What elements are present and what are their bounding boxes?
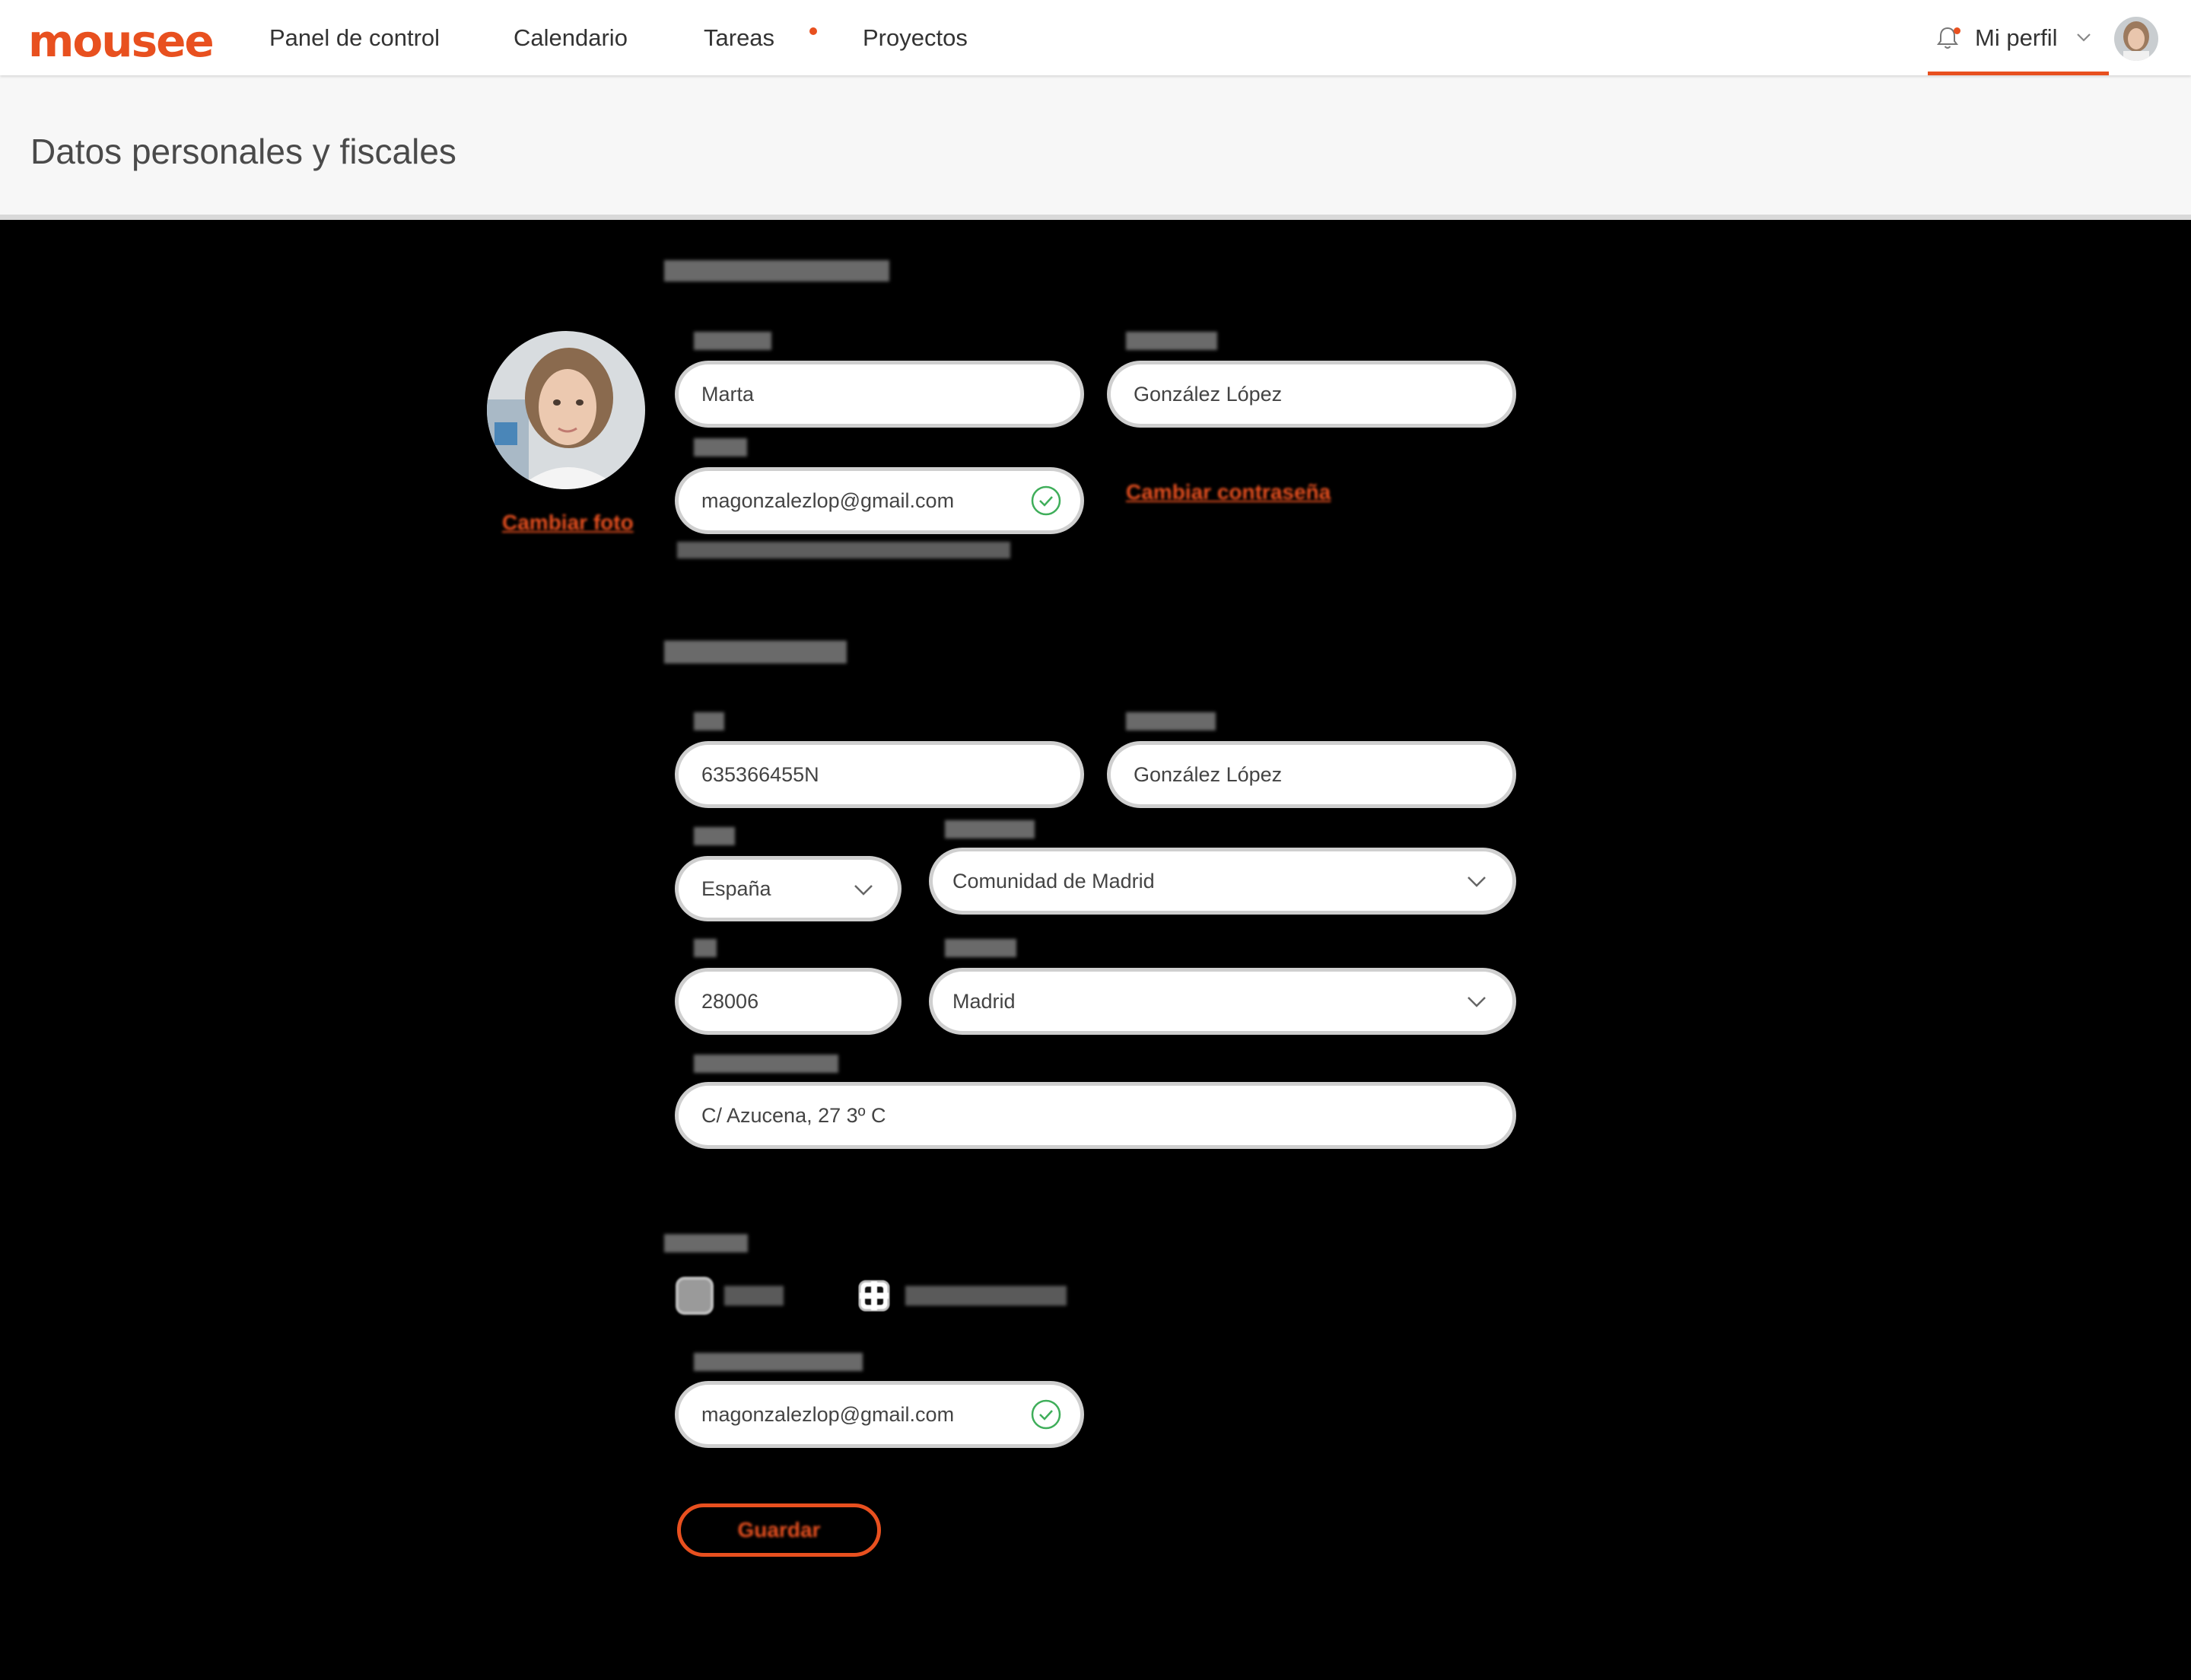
city-value: Madrid: [952, 990, 1016, 1013]
checkbox-other-label: [905, 1286, 1067, 1306]
nav-item-proyectos[interactable]: Proyectos: [863, 23, 968, 53]
email-label: [694, 438, 747, 457]
postal-label: [694, 939, 717, 957]
nav-item-tareas[interactable]: Tareas: [704, 23, 774, 53]
checkbox-email-label: [724, 1286, 784, 1306]
apellidos-label: [1126, 712, 1216, 730]
surname-value: González López: [1134, 383, 1283, 406]
profile-menu-label[interactable]: Mi perfil: [1975, 23, 2058, 53]
region-value: Comunidad de Madrid: [952, 870, 1155, 892]
city-select[interactable]: Madrid: [933, 972, 1512, 1031]
profile-photo: [487, 331, 645, 489]
nif-value: 635366455N: [701, 763, 819, 786]
notification-dot: [809, 27, 817, 35]
country-label: [694, 827, 735, 845]
email-field[interactable]: magonzalezlop@gmail.com: [679, 471, 1080, 530]
section-heading-personal: [664, 260, 889, 282]
email-value: magonzalezlop@gmail.com: [701, 489, 955, 512]
notification-email-value: magonzalezlop@gmail.com: [701, 1403, 955, 1426]
city-label: [945, 939, 1016, 957]
page-header: Datos personales y fiscales: [0, 75, 2191, 220]
check-circle-icon: [1031, 1399, 1061, 1430]
active-tab-indicator: [1928, 72, 2109, 75]
nav-item-calendario[interactable]: Calendario: [514, 23, 628, 53]
address-value: C/ Azucena, 27 3º C: [701, 1104, 886, 1127]
region-select[interactable]: Comunidad de Madrid: [933, 851, 1512, 911]
name-value: Marta: [701, 383, 755, 406]
name-field[interactable]: Marta: [679, 364, 1080, 424]
country-value: España: [701, 877, 771, 900]
region-label: [945, 820, 1035, 838]
postal-value: 28006: [701, 990, 759, 1013]
surname-label: [1126, 332, 1217, 350]
chevron-down-icon: [1468, 997, 1486, 1007]
email-helper-text: [677, 542, 1010, 558]
nav-item-panel-de-control[interactable]: Panel de control: [269, 23, 440, 53]
apellidos-field[interactable]: González López: [1111, 745, 1512, 804]
top-bar: mousee Panel de control Calendario Tarea…: [0, 0, 2191, 75]
checkbox-email[interactable]: [679, 1280, 711, 1312]
chevron-down-icon: [1468, 877, 1486, 887]
bell-badge: [1954, 27, 1960, 34]
section-heading-notifications: [664, 1234, 748, 1252]
notification-email-field[interactable]: magonzalezlop@gmail.com: [679, 1385, 1080, 1444]
section-heading-fiscal: [664, 641, 847, 663]
chevron-down-icon: [854, 885, 873, 896]
save-button[interactable]: Guardar: [677, 1503, 881, 1557]
nif-label: [694, 712, 724, 730]
check-circle-icon: [1031, 485, 1061, 516]
page-title: Datos personales y fiscales: [30, 132, 456, 171]
surname-field[interactable]: González López: [1111, 364, 1512, 424]
checkbox-checked-icon[interactable]: [858, 1280, 890, 1312]
chevron-down-icon[interactable]: [2075, 29, 2092, 46]
change-password-link[interactable]: Cambiar contraseña: [1126, 479, 1331, 505]
nif-field[interactable]: 635366455N: [679, 745, 1080, 804]
apellidos-value: González López: [1134, 763, 1283, 786]
postal-field[interactable]: 28006: [679, 972, 898, 1031]
change-photo-link[interactable]: Cambiar foto: [502, 510, 634, 536]
avatar[interactable]: [2114, 17, 2158, 61]
notification-email-label: [694, 1353, 863, 1371]
country-select[interactable]: España: [679, 860, 898, 918]
address-label: [694, 1055, 838, 1073]
address-field[interactable]: C/ Azucena, 27 3º C: [679, 1086, 1512, 1145]
logo[interactable]: mousee: [28, 19, 215, 63]
name-label: [694, 332, 771, 350]
